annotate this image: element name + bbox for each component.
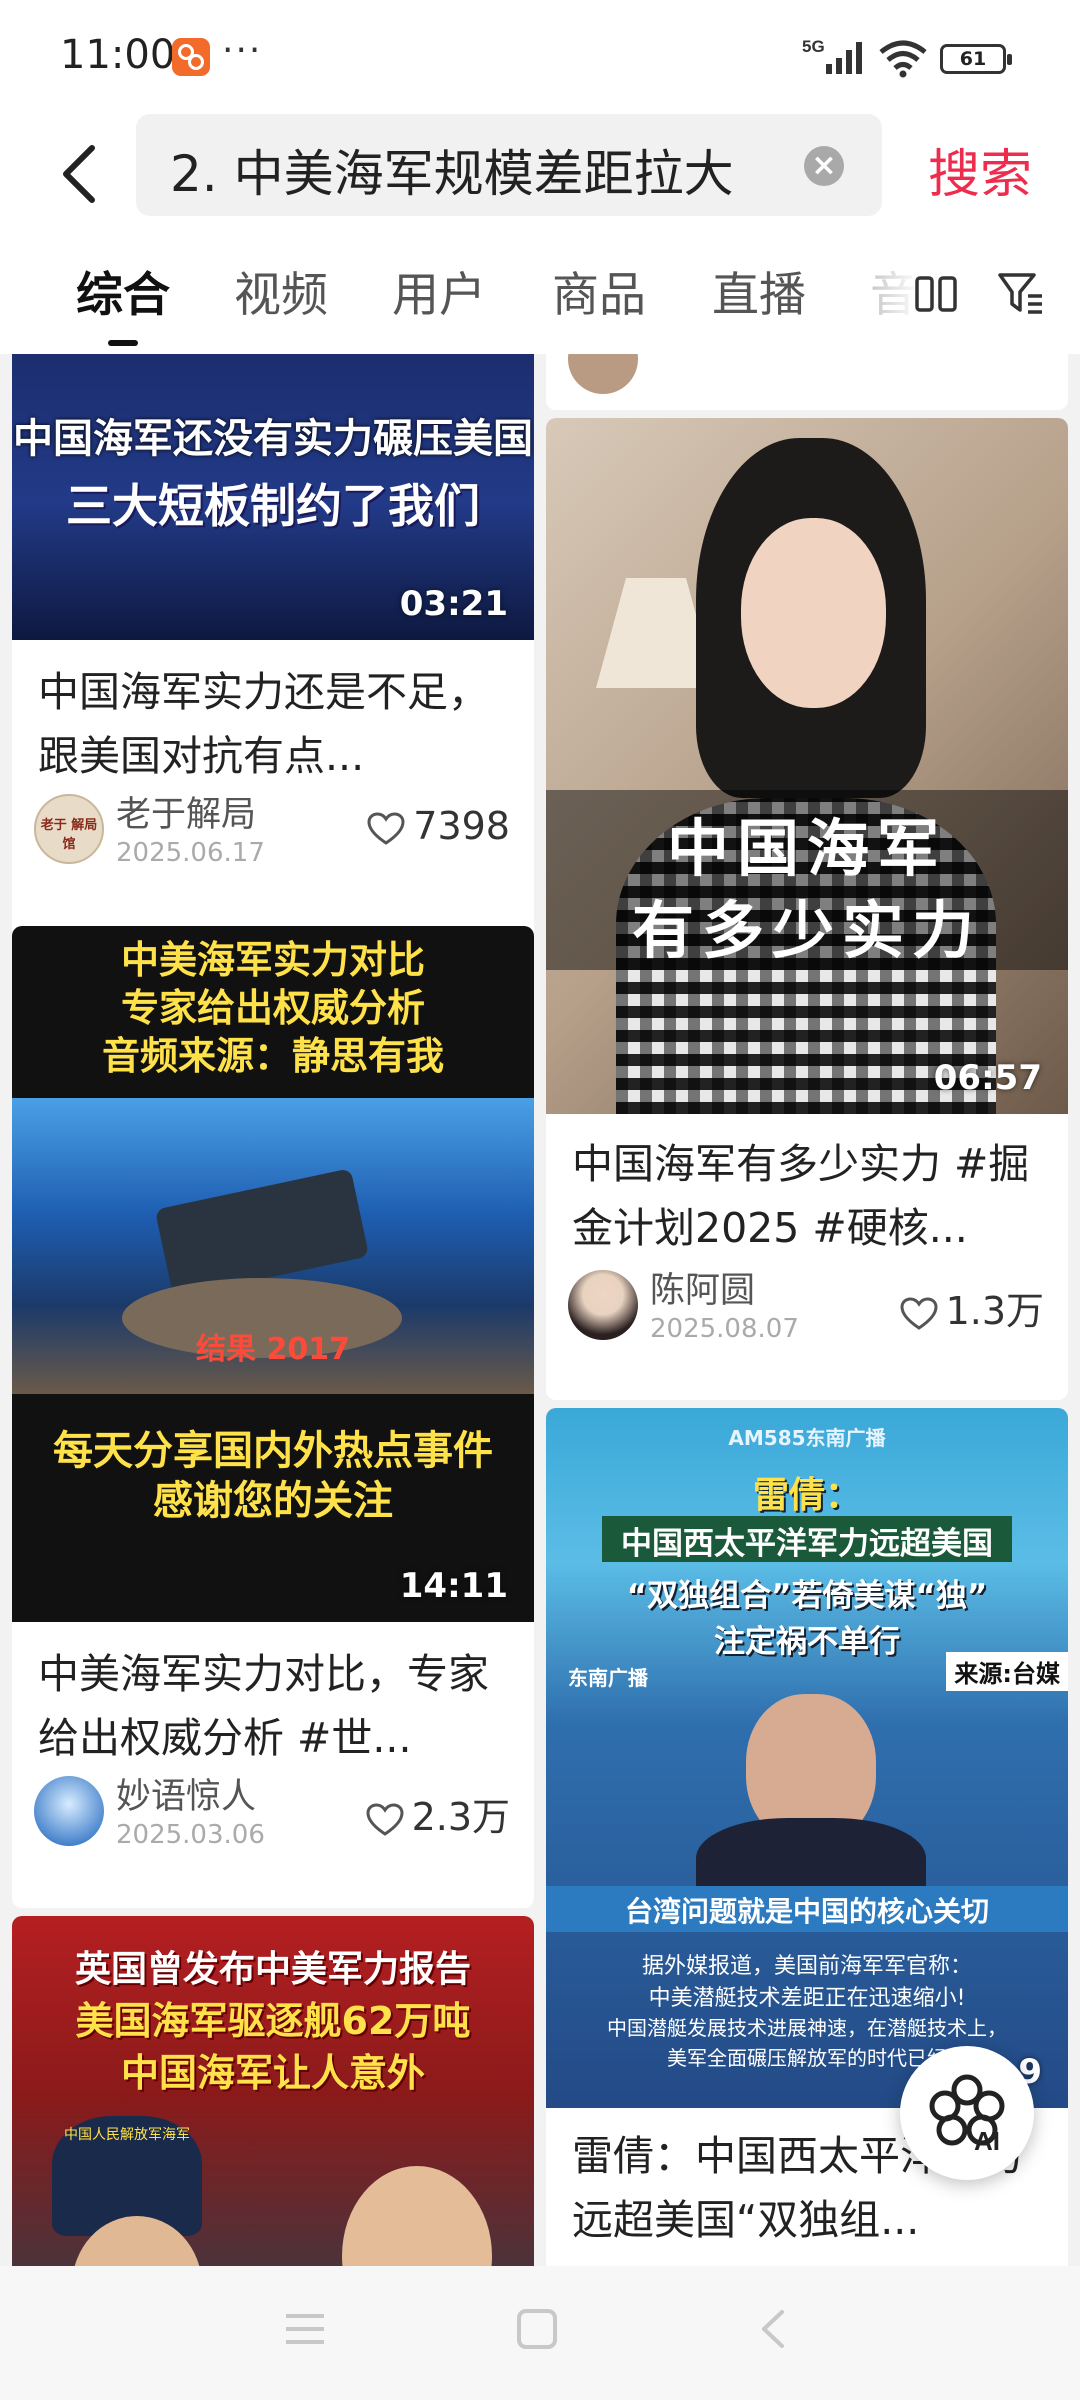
status-time: 11:00 (60, 32, 176, 78)
app-notification-icon (172, 38, 210, 76)
filter-icon[interactable] (996, 270, 1046, 316)
thumbnail-caption: 英国曾发布中美军力报告 (74, 1949, 471, 1990)
search-header: 2. 中美海军规模差距拉大 × 搜索 (0, 110, 1080, 234)
video-thumbnail[interactable]: 中国海军还没有实力碾压美国 三大短板制约了我们 03:21 (12, 354, 534, 640)
menu-nav-icon[interactable] (282, 2306, 328, 2352)
back-nav-icon[interactable] (752, 2306, 798, 2352)
thumbnail-caption: 中美海军实力对比 (120, 938, 425, 982)
clear-search-icon[interactable]: × (804, 146, 844, 186)
thumbnail-caption: 专家给出权威分析 (120, 986, 425, 1030)
results-feed: 中国海军还没有实力碾压美国 三大短板制约了我们 03:21 中国海军实力还是不足… (0, 354, 1080, 2266)
face-shape (741, 518, 886, 708)
ai-flower-icon: AI (929, 2074, 1005, 2156)
video-duration: 14:11 (399, 1566, 508, 1606)
post-date: 2025.08.07 (650, 1314, 799, 1344)
battery-indicator: 61 (940, 44, 1012, 74)
like-count[interactable]: 1.3万 (900, 1280, 1044, 1335)
thumbnail-caption: 中国海军 (666, 812, 947, 885)
heart-icon (366, 1802, 404, 1836)
thumbnail-caption: 中国海军让人意外 (120, 2051, 425, 2095)
tab-users[interactable]: 用户 (392, 256, 486, 325)
heart-icon (900, 1296, 938, 1330)
channel-logo: 东南广播 (568, 1666, 648, 1690)
subtitle-line: 据外媒报道，美国前海军军官称： (641, 1954, 972, 1979)
face-shape (342, 2166, 492, 2266)
author-avatar[interactable] (34, 1776, 104, 1846)
like-count[interactable]: 7398 (367, 804, 510, 848)
heart-icon (367, 811, 405, 845)
thumbnail-caption: 感谢您的关注 (153, 1478, 393, 1524)
thumbnail-caption: 中国海军还没有实力碾压美国 (13, 416, 533, 462)
thumbnail-caption: 音频来源：静思有我 (101, 1034, 444, 1078)
thumbnail-caption: 每天分享国内外热点事件 (53, 1428, 493, 1474)
layout-toggle-icon[interactable] (914, 274, 958, 314)
thumbnail-station: AM585东南广播 (728, 1426, 886, 1450)
search-input[interactable]: 2. 中美海军规模差距拉大 × (136, 114, 882, 216)
post-date: 2025.06.17 (116, 838, 265, 868)
ai-label: AI (974, 2126, 1000, 2156)
video-title[interactable]: 中国海军有多少实力 #掘金计划2025 #硬核... (572, 1132, 1052, 1260)
thumbnail-caption: 台湾问题就是中国的核心关切 (624, 1895, 989, 1928)
like-count-value: 2.3万 (411, 1795, 510, 1839)
system-navigation-bar (0, 2266, 1080, 2400)
tab-fade (860, 234, 920, 354)
more-notifications-icon: ··· (222, 30, 263, 71)
wifi-icon (879, 40, 927, 78)
thumbnail-caption: “双独组合”若倚美谋“独” (626, 1578, 988, 1614)
thumbnail-caption: 美国海军驱逐舰62万吨 (75, 1999, 471, 2043)
cap-badge-text: 中国人民解放军海军 (64, 2127, 190, 2143)
active-tab-indicator (108, 340, 138, 346)
video-duration: 06:57 (933, 1058, 1042, 1098)
video-title[interactable]: 中美海军实力对比，专家给出权威分析 #世... (38, 1642, 518, 1770)
home-nav-icon[interactable] (514, 2306, 560, 2352)
like-count[interactable]: 2.3万 (366, 1786, 510, 1841)
video-card[interactable]: 中国海军 有多少实力 06:57 中国海军有多少实力 #掘金计划2025 #硬核… (546, 418, 1068, 1400)
author-name[interactable]: 老于解局 (116, 786, 256, 837)
thumbnail-caption: 三大短板制约了我们 (66, 479, 480, 533)
back-arrow-icon[interactable] (52, 134, 112, 214)
search-query-text[interactable]: 2. 中美海军规模差距拉大 (170, 134, 734, 206)
author-name[interactable]: 妙语惊人 (116, 1768, 256, 1819)
thumbnail-headline: 雷倩： (752, 1475, 861, 1516)
ship-deck-image: 结果 2017 (12, 1098, 534, 1394)
cellular-signal-icon: 5G (802, 37, 862, 74)
ai-assistant-button[interactable]: AI (900, 2046, 1034, 2180)
video-card[interactable] (546, 354, 1068, 410)
video-duration: 03:21 (399, 584, 508, 624)
status-bar: 11:00 ··· 5G 61 (0, 0, 1080, 110)
search-button[interactable]: 搜索 (928, 132, 1032, 207)
thumbnail-caption: 中国西太平洋军力远超美国 (621, 1526, 993, 1562)
source-tag: 来源:台媒 (946, 1652, 1068, 1691)
video-title[interactable]: 中国海军实力还是不足，跟美国对抗有点... (38, 660, 518, 788)
author-name[interactable]: 陈阿圆 (650, 1262, 755, 1313)
video-card[interactable]: 英国曾发布中美军力报告 美国海军驱逐舰62万吨 中国海军让人意外 中国人民解放军… (12, 1916, 534, 2266)
video-thumbnail[interactable]: 中国海军 有多少实力 06:57 (546, 418, 1068, 1114)
like-count-value: 7398 (413, 804, 510, 848)
post-date: 2025.03.06 (116, 1820, 265, 1850)
tab-comprehensive[interactable]: 综合 (76, 256, 170, 325)
video-thumbnail[interactable]: 英国曾发布中美军力报告 美国海军驱逐舰62万吨 中国海军让人意外 中国人民解放军… (12, 1916, 534, 2266)
tab-live[interactable]: 直播 (712, 256, 806, 325)
subtitle-line: 中美潜艇技术差距正在迅速缩小! (648, 1986, 966, 2011)
video-thumbnail[interactable]: AM585东南广播 雷倩： 中国西太平洋军力远超美国 “双独组合”若倚美谋“独”… (546, 1408, 1068, 2108)
like-count-value: 1.3万 (945, 1289, 1044, 1333)
author-avatar[interactable] (568, 1270, 638, 1340)
thumbnail-caption: 有多少实力 (631, 894, 982, 967)
tab-products[interactable]: 商品 (552, 256, 646, 325)
thumbnail-watermark: 结果 2017 (196, 1332, 350, 1367)
author-avatar[interactable] (568, 354, 638, 394)
video-card[interactable]: 中美海军实力对比 专家给出权威分析 音频来源：静思有我 结果 2017 每天分享… (12, 926, 534, 1908)
video-thumbnail[interactable]: 中美海军实力对比 专家给出权威分析 音频来源：静思有我 结果 2017 每天分享… (12, 926, 534, 1622)
tab-video[interactable]: 视频 (234, 256, 328, 325)
author-avatar[interactable]: 老于 解局馆 (34, 794, 104, 864)
subtitle-line: 中国潜艇发展技术进展神速，在潜艇技术上， (607, 2016, 1007, 2040)
search-category-tabs: 综合 视频 用户 商品 直播 音 (0, 234, 1080, 354)
network-type-label: 5G (802, 37, 825, 56)
